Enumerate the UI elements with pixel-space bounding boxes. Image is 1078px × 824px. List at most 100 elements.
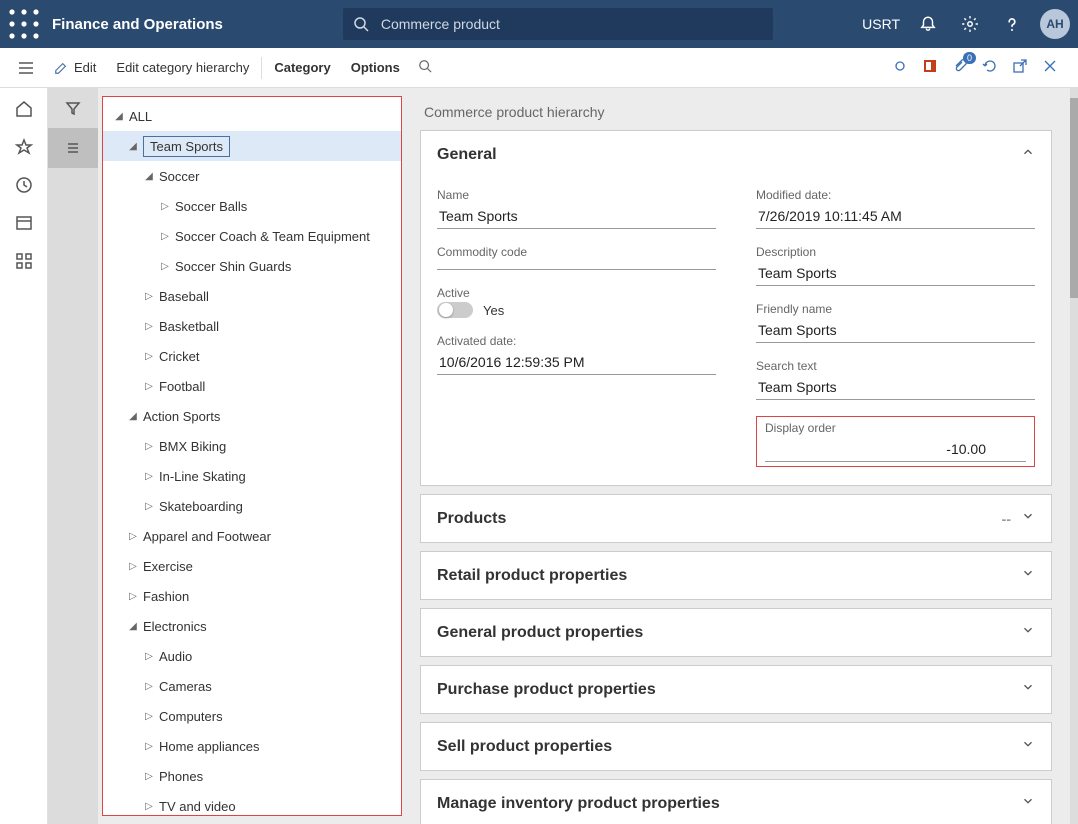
- caret-right-icon[interactable]: ▷: [159, 201, 171, 212]
- caret-right-icon[interactable]: ▷: [143, 501, 155, 512]
- notifications-icon[interactable]: [908, 0, 948, 48]
- tree-item[interactable]: ▷In-Line Skating: [103, 461, 401, 491]
- tree-item[interactable]: ▷ Audio: [103, 641, 401, 671]
- tree-item[interactable]: ▷Cameras: [103, 671, 401, 701]
- nav-favorites-icon[interactable]: [0, 138, 48, 156]
- caret-right-icon[interactable]: ▷: [143, 741, 155, 752]
- app-launcher-icon[interactable]: [8, 8, 40, 40]
- tree-item[interactable]: ▷Cricket: [103, 341, 401, 371]
- tree-item[interactable]: ▷TV and video: [103, 791, 401, 816]
- tree-item[interactable]: ▷Home appliances: [103, 731, 401, 761]
- nav-workspaces-icon[interactable]: [0, 214, 48, 232]
- nav-modules-icon[interactable]: [0, 252, 48, 270]
- nav-home-icon[interactable]: [0, 100, 48, 118]
- activated-field[interactable]: 10/6/2016 12:59:35 PM: [437, 350, 716, 375]
- caret-right-icon[interactable]: ▷: [127, 591, 139, 602]
- tree-item[interactable]: ▷Skateboarding: [103, 491, 401, 521]
- tree-item[interactable]: ◢Team Sports: [103, 131, 401, 161]
- content-area: ◢ALL◢Team Sports◢Soccer▷Soccer Balls▷Soc…: [0, 88, 1078, 824]
- tree-item[interactable]: ▷Phones: [103, 761, 401, 791]
- tree-item[interactable]: ◢Action Sports: [103, 401, 401, 431]
- panel-sell-header[interactable]: Sell product properties: [421, 723, 1051, 770]
- side-pane: [48, 88, 98, 824]
- tree-item[interactable]: ▷Baseball: [103, 281, 401, 311]
- user-avatar[interactable]: AH: [1040, 9, 1070, 39]
- office-icon[interactable]: [922, 58, 938, 77]
- caret-right-icon[interactable]: ▷: [143, 711, 155, 722]
- chevron-down-icon: [1021, 566, 1035, 585]
- caret-down-icon[interactable]: ◢: [127, 621, 139, 632]
- caret-down-icon[interactable]: ◢: [113, 111, 125, 122]
- panel-manage-inv-title: Manage inventory product properties: [437, 795, 720, 813]
- edit-category-hierarchy-button[interactable]: Edit category hierarchy: [106, 48, 259, 88]
- action-search-icon[interactable]: [418, 59, 432, 76]
- caret-right-icon[interactable]: ▷: [143, 381, 155, 392]
- tree-item[interactable]: ▷Apparel and Footwear: [103, 521, 401, 551]
- panel-general-title: General: [437, 146, 497, 164]
- panel-products-title: Products: [437, 510, 506, 528]
- tree-item[interactable]: ▷Football: [103, 371, 401, 401]
- tree-item[interactable]: ▷Soccer Coach & Team Equipment: [103, 221, 401, 251]
- name-field[interactable]: Team Sports: [437, 204, 716, 229]
- panel-purchase: Purchase product properties: [420, 665, 1052, 714]
- tree-item[interactable]: ▷BMX Biking: [103, 431, 401, 461]
- attachments-icon[interactable]: 0: [952, 58, 968, 77]
- caret-right-icon[interactable]: ▷: [143, 771, 155, 782]
- caret-right-icon[interactable]: ▷: [143, 321, 155, 332]
- tree-item[interactable]: ◢Electronics: [103, 611, 401, 641]
- caret-right-icon[interactable]: ▷: [127, 531, 139, 542]
- caret-right-icon[interactable]: ▷: [159, 231, 171, 242]
- close-icon[interactable]: [1042, 58, 1058, 77]
- panel-general-header[interactable]: General: [421, 131, 1051, 178]
- tree-item[interactable]: ▷Exercise: [103, 551, 401, 581]
- panel-general-pp-header[interactable]: General product properties: [421, 609, 1051, 656]
- tree-item[interactable]: ▷Fashion: [103, 581, 401, 611]
- caret-right-icon[interactable]: ▷: [143, 471, 155, 482]
- caret-right-icon[interactable]: ▷: [143, 441, 155, 452]
- caret-right-icon[interactable]: ▷: [143, 651, 155, 662]
- caret-right-icon[interactable]: ▷: [143, 351, 155, 362]
- caret-right-icon[interactable]: ▷: [159, 261, 171, 272]
- tree-item-label: Audio: [159, 649, 192, 664]
- caret-down-icon[interactable]: ◢: [143, 171, 155, 182]
- help-icon[interactable]: [992, 0, 1032, 48]
- panel-retail-header[interactable]: Retail product properties: [421, 552, 1051, 599]
- panel-manage-inv-header[interactable]: Manage inventory product properties: [421, 780, 1051, 824]
- tree-item[interactable]: ▷Soccer Shin Guards: [103, 251, 401, 281]
- popout-icon[interactable]: [1012, 58, 1028, 77]
- global-search[interactable]: Commerce product: [343, 8, 773, 40]
- edit-button[interactable]: Edit: [44, 48, 106, 88]
- caret-right-icon[interactable]: ▷: [127, 561, 139, 572]
- caret-down-icon[interactable]: ◢: [127, 411, 139, 422]
- tree-item[interactable]: ◢Soccer: [103, 161, 401, 191]
- caret-down-icon[interactable]: ◢: [127, 141, 139, 152]
- filter-pane-icon[interactable]: [48, 88, 98, 128]
- link-icon[interactable]: [892, 58, 908, 77]
- commodity-field[interactable]: [437, 261, 716, 270]
- caret-right-icon[interactable]: ▷: [143, 681, 155, 692]
- scrollbar[interactable]: [1070, 88, 1078, 824]
- tree-item[interactable]: ▷Basketball: [103, 311, 401, 341]
- panel-purchase-header[interactable]: Purchase product properties: [421, 666, 1051, 713]
- scroll-thumb[interactable]: [1070, 98, 1078, 298]
- caret-right-icon[interactable]: ▷: [143, 291, 155, 302]
- company-code[interactable]: USRT: [862, 16, 900, 32]
- panel-products-header[interactable]: Products --: [421, 495, 1051, 542]
- nav-recent-icon[interactable]: [0, 176, 48, 194]
- display-order-field[interactable]: -10.00: [765, 437, 1026, 462]
- category-tab[interactable]: Category: [264, 48, 340, 88]
- refresh-icon[interactable]: [982, 58, 998, 77]
- friendly-field[interactable]: Team Sports: [756, 318, 1035, 343]
- tree-item[interactable]: ◢ALL: [103, 101, 401, 131]
- list-pane-icon[interactable]: [48, 128, 98, 168]
- description-field[interactable]: Team Sports: [756, 261, 1035, 286]
- searchtext-field[interactable]: Team Sports: [756, 375, 1035, 400]
- options-tab[interactable]: Options: [341, 48, 410, 88]
- caret-right-icon[interactable]: ▷: [143, 801, 155, 812]
- gear-icon[interactable]: [950, 0, 990, 48]
- menu-icon[interactable]: [8, 60, 44, 76]
- active-toggle[interactable]: Yes: [437, 302, 716, 318]
- tree-item[interactable]: ▷Computers: [103, 701, 401, 731]
- modified-field[interactable]: 7/26/2019 10:11:45 AM: [756, 204, 1035, 229]
- tree-item[interactable]: ▷Soccer Balls: [103, 191, 401, 221]
